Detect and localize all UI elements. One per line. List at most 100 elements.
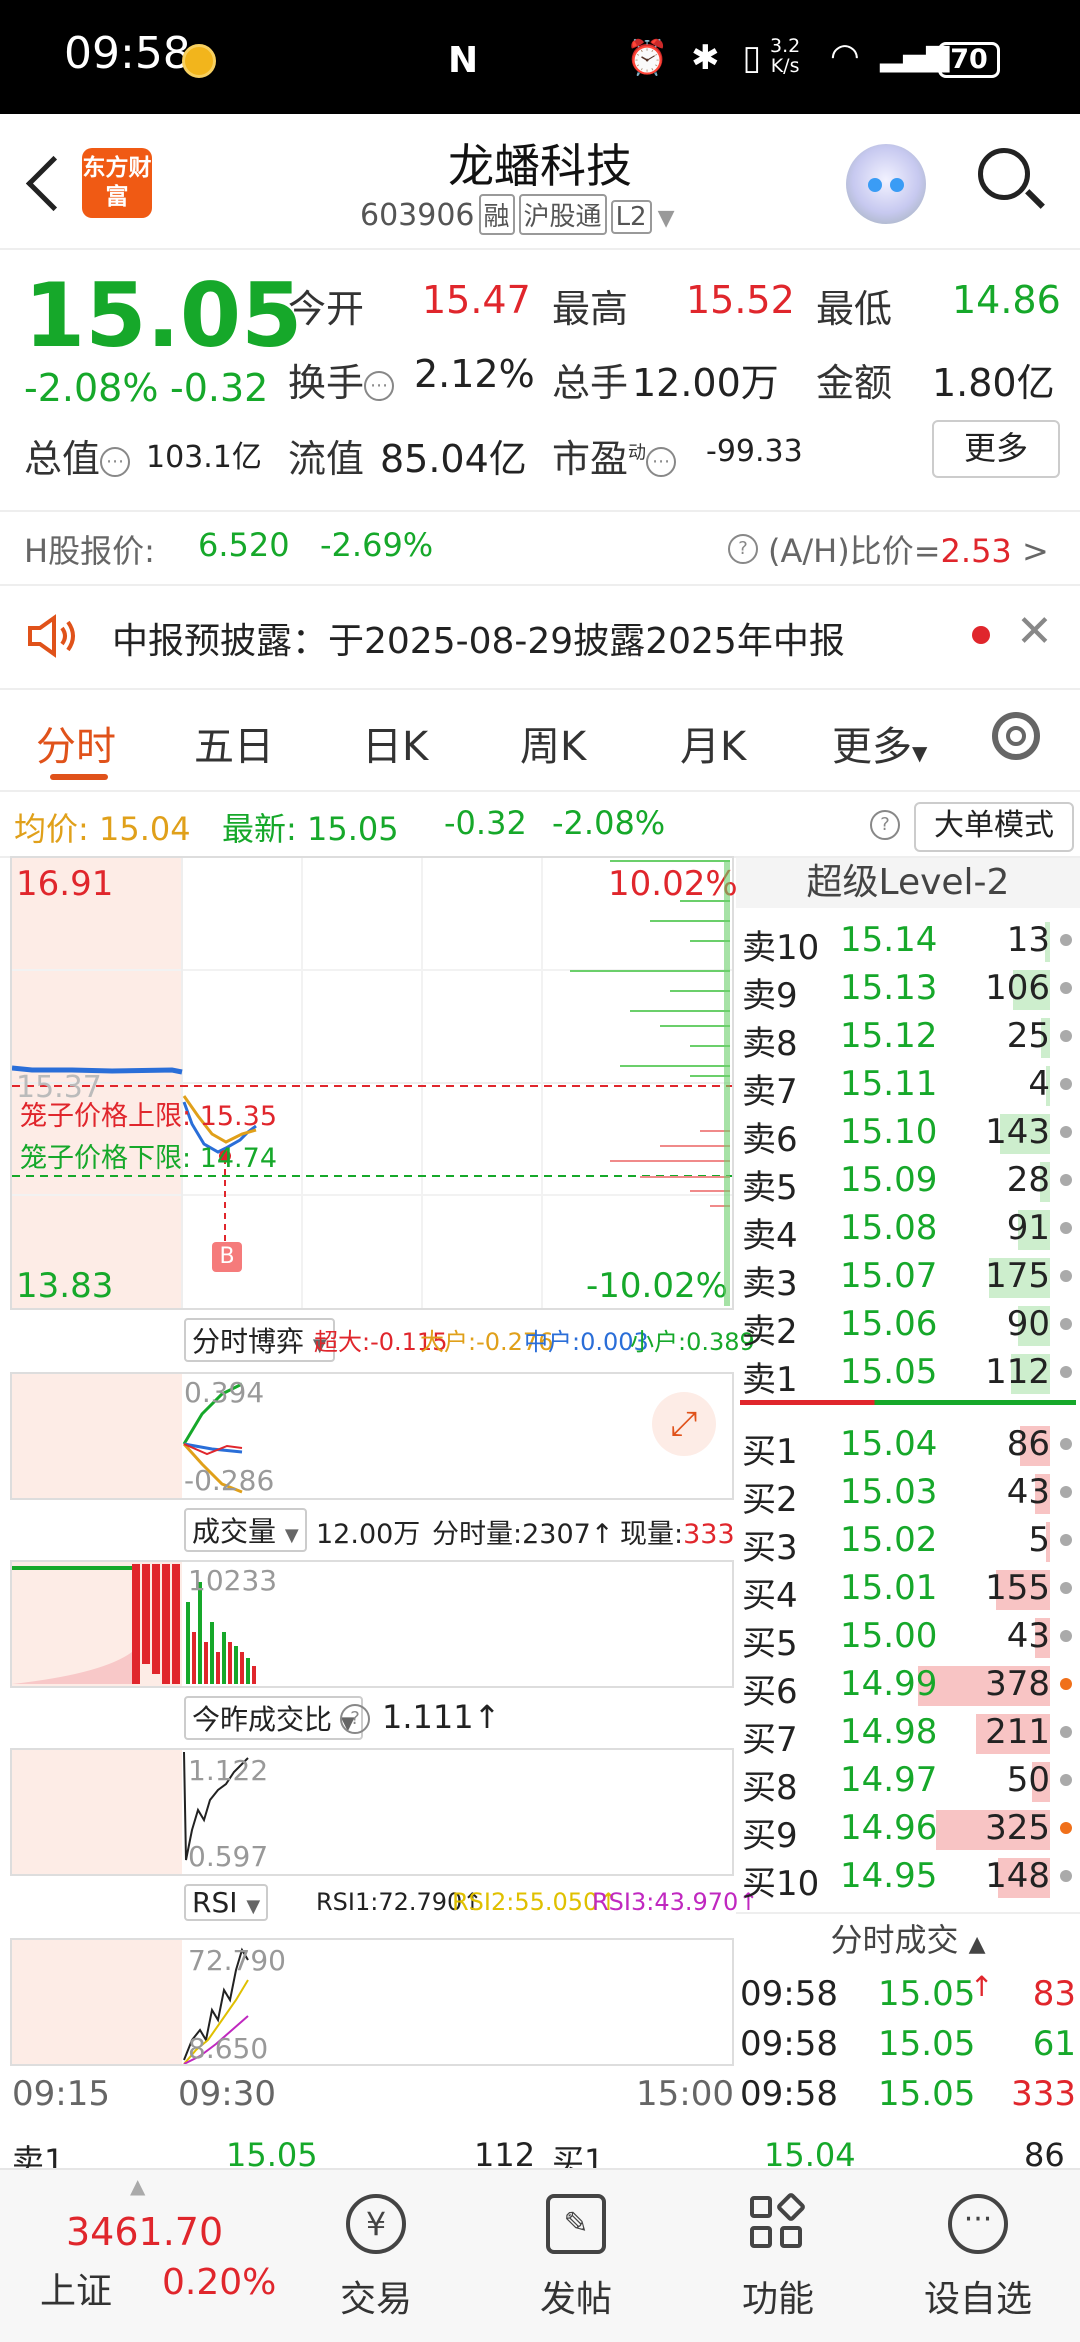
bid-row[interactable]: 买6 14.99 378 bbox=[736, 1660, 1080, 1712]
level-label: 卖5 bbox=[742, 1168, 798, 1208]
level-price: 15.09 bbox=[840, 1160, 938, 1200]
ask-row[interactable]: 卖6 15.10 143 bbox=[736, 1108, 1080, 1160]
tab-weekly-k[interactable]: 周K bbox=[520, 714, 586, 772]
app-logo[interactable]: 东方财富 bbox=[82, 148, 152, 218]
y-min-label: 13.83 bbox=[16, 1266, 114, 1306]
volume-selector[interactable]: 成交量 ▼ bbox=[184, 1508, 307, 1552]
level-dot-icon bbox=[1060, 1870, 1072, 1882]
level-label: 买4 bbox=[742, 1576, 798, 1616]
game-chart[interactable]: 0.394 -0.286 ⤢ bbox=[10, 1372, 734, 1500]
ask-row[interactable]: 卖8 15.12 25 bbox=[736, 1012, 1080, 1064]
level-price: 15.05 bbox=[840, 1352, 938, 1392]
more-button[interactable]: 更多 bbox=[932, 420, 1060, 478]
ratio-selector[interactable]: 今昨成交比 ▼ bbox=[184, 1696, 363, 1740]
bid-row[interactable]: 买7 14.98 211 bbox=[736, 1708, 1080, 1760]
tab-five-day[interactable]: 五日 bbox=[194, 714, 274, 772]
h-share-row[interactable]: H股报价: 6.520 -2.69% ? (A/H)比价=2.53 > bbox=[0, 510, 1080, 586]
tab-monthly-k[interactable]: 月K bbox=[680, 714, 746, 772]
level-volume: 325 bbox=[985, 1808, 1050, 1848]
bid-row[interactable]: 买4 15.01 155 bbox=[736, 1564, 1080, 1616]
trade-price: 15.05 bbox=[878, 2024, 976, 2064]
ask-row[interactable]: 卖9 15.13 106 bbox=[736, 964, 1080, 1016]
latest-price: 最新: 15.05 bbox=[222, 810, 399, 848]
index-ticker[interactable]: 3461.70 上证 0.20% bbox=[0, 2170, 290, 2342]
latest-change-pct: -2.08% bbox=[552, 804, 666, 842]
ask-row[interactable]: 卖2 15.06 90 bbox=[736, 1300, 1080, 1352]
volume-max: 10233 bbox=[188, 1564, 278, 1597]
level-dot-icon bbox=[1060, 1630, 1072, 1642]
level-volume: 43 bbox=[1006, 1472, 1050, 1512]
big-order-mode-button[interactable]: 大单模式 bbox=[914, 802, 1074, 852]
trade-row: 09:58 15.05 333 bbox=[736, 2070, 1080, 2118]
level-dot-icon bbox=[1060, 982, 1072, 994]
close-icon[interactable]: ✕ bbox=[1016, 606, 1053, 657]
edit-pencil-icon: ✎ bbox=[546, 2194, 606, 2254]
volume-label: 总手 bbox=[552, 361, 629, 405]
level-price: 15.01 bbox=[840, 1568, 938, 1608]
level-dot-icon bbox=[1060, 1486, 1072, 1498]
bid-row[interactable]: 买9 14.96 325 bbox=[736, 1804, 1080, 1856]
float-mv-label: 流值 bbox=[288, 437, 365, 481]
turnover-value: 2.12% bbox=[414, 352, 535, 396]
help-icon[interactable]: ? bbox=[728, 534, 758, 564]
time-open: 09:30 bbox=[178, 2074, 276, 2114]
ask-row[interactable]: 卖4 15.08 91 bbox=[736, 1204, 1080, 1256]
level-price: 15.02 bbox=[840, 1520, 938, 1560]
notice-bar[interactable]: 中报预披露：于2025-08-29披露2025年中报 ✕ bbox=[0, 584, 1080, 690]
rsi-chart[interactable]: 72.790 8.650 bbox=[10, 1938, 734, 2066]
tab-more[interactable]: 更多▼ bbox=[832, 714, 927, 772]
amount-value: 1.80亿 bbox=[932, 361, 1055, 405]
volume-chart[interactable]: 10233 bbox=[10, 1560, 734, 1688]
ask-row[interactable]: 卖7 15.11 4 bbox=[736, 1060, 1080, 1112]
info-icon[interactable]: ⋯ bbox=[100, 446, 131, 477]
level-volume: 143 bbox=[985, 1112, 1050, 1152]
level-label: 卖8 bbox=[742, 1024, 798, 1064]
nav-post[interactable]: ✎ 发帖 bbox=[506, 2170, 646, 2342]
intraday-chart[interactable]: B 16.91 13.83 10.02% -10.02% 15.37 笼子价格上… bbox=[10, 856, 738, 1310]
help-icon[interactable]: ? bbox=[340, 1704, 370, 1734]
stock-code-row[interactable]: 603906 融沪股通 L2 ▼ bbox=[360, 194, 675, 235]
nav-trade[interactable]: ¥ 交易 bbox=[306, 2170, 446, 2342]
ratio-chart[interactable]: 1.122 0.597 bbox=[10, 1748, 734, 1876]
search-icon[interactable] bbox=[978, 148, 1030, 200]
info-icon[interactable]: ⋯ bbox=[646, 446, 677, 477]
rsi-selector[interactable]: RSI ▼ bbox=[184, 1884, 269, 1921]
ask-row[interactable]: 卖10 15.14 13 bbox=[736, 916, 1080, 968]
level-label: 卖1 bbox=[742, 1360, 798, 1400]
level-dot-icon bbox=[1060, 1726, 1072, 1738]
assistant-robot-icon[interactable] bbox=[846, 144, 926, 224]
order-book: 超级Level-2 卖10 15.14 13 卖9 15.13 106 卖8 15.12 25 卖… bbox=[736, 858, 1080, 1910]
game-selector[interactable]: 分时博弈 ▼ bbox=[184, 1318, 335, 1362]
level-price: 15.06 bbox=[840, 1304, 938, 1344]
back-icon[interactable] bbox=[25, 155, 82, 212]
nav-functions[interactable]: 功能 bbox=[708, 2170, 848, 2342]
bid-row[interactable]: 买3 15.02 5 bbox=[736, 1516, 1080, 1568]
bid-row[interactable]: 买5 15.00 43 bbox=[736, 1612, 1080, 1664]
nav-add-watchlist[interactable]: ··· 设自选 bbox=[908, 2170, 1048, 2342]
ask-row[interactable]: 卖3 15.07 175 bbox=[736, 1252, 1080, 1304]
level-dot-icon bbox=[1060, 1270, 1072, 1282]
index-name: 上证 bbox=[40, 2271, 113, 2312]
tab-daily-k[interactable]: 日K bbox=[362, 714, 428, 772]
open-value: 15.47 bbox=[422, 278, 531, 322]
tick-trades-title[interactable]: 分时成交 ▲ bbox=[736, 1912, 1080, 1966]
bid-row[interactable]: 买1 15.04 86 bbox=[736, 1420, 1080, 1472]
info-icon[interactable]: ⋯ bbox=[364, 370, 395, 401]
level-label: 买9 bbox=[742, 1816, 798, 1856]
bid-row[interactable]: 买8 14.97 50 bbox=[736, 1756, 1080, 1808]
level-volume: 5 bbox=[1028, 1520, 1050, 1560]
order-book-title[interactable]: 超级Level-2 bbox=[736, 858, 1080, 908]
total-mv-label: 总值 ⋯ bbox=[24, 428, 131, 483]
bid-row[interactable]: 买10 14.95 148 bbox=[736, 1852, 1080, 1904]
help-icon[interactable]: ? bbox=[870, 810, 900, 840]
bid-row[interactable]: 买2 15.03 43 bbox=[736, 1468, 1080, 1520]
buy-marker-b[interactable]: B bbox=[212, 1242, 242, 1272]
tab-intraday[interactable]: 分时 bbox=[36, 714, 116, 772]
ask-row[interactable]: 卖5 15.09 28 bbox=[736, 1156, 1080, 1208]
ask-row[interactable]: 卖1 15.05 112 bbox=[736, 1348, 1080, 1400]
cage-lower-label: 笼子价格下限: 14.74 bbox=[20, 1143, 277, 1174]
peek-ask-price: 15.05 bbox=[226, 2136, 318, 2168]
tick-trades[interactable]: 分时成交 ▲ 09:58 15.05 ↑ 83 09:58 15.05 61 09:58 15.… bbox=[736, 1912, 1080, 2122]
expand-icon[interactable]: ⤢ bbox=[652, 1392, 716, 1456]
level-price: 14.98 bbox=[840, 1712, 938, 1752]
